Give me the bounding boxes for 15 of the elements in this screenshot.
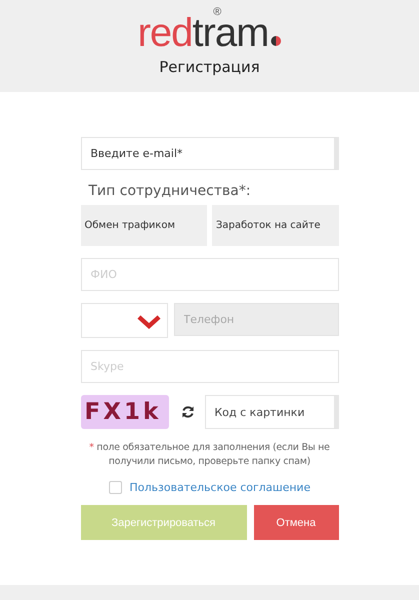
refresh-icon[interactable] (180, 405, 194, 419)
email-field[interactable]: Введите e-mail* (80, 137, 338, 170)
required-note: * поле обязательное для заполнения (если Вы не получили письмо, проверьте папку спам) (88, 441, 331, 469)
logo: redtram ® (138, 6, 282, 56)
captcha-field[interactable]: Код с картинки (204, 395, 338, 429)
agreement-checkbox[interactable] (108, 481, 122, 494)
type-option[interactable]: Заработок на сайте (212, 205, 338, 246)
type-label: Тип сотрудничества*: (88, 183, 252, 199)
type-option[interactable]: Обмен трафиком (80, 205, 207, 246)
page-title: Регистрация (159, 58, 260, 76)
captcha-image: FX1k (80, 395, 168, 429)
country-select[interactable] (80, 303, 168, 338)
cancel-button[interactable]: Отмена (254, 505, 338, 540)
agreement-link[interactable]: Пользовательское соглашение (130, 481, 310, 494)
chevron-icon (136, 315, 160, 329)
